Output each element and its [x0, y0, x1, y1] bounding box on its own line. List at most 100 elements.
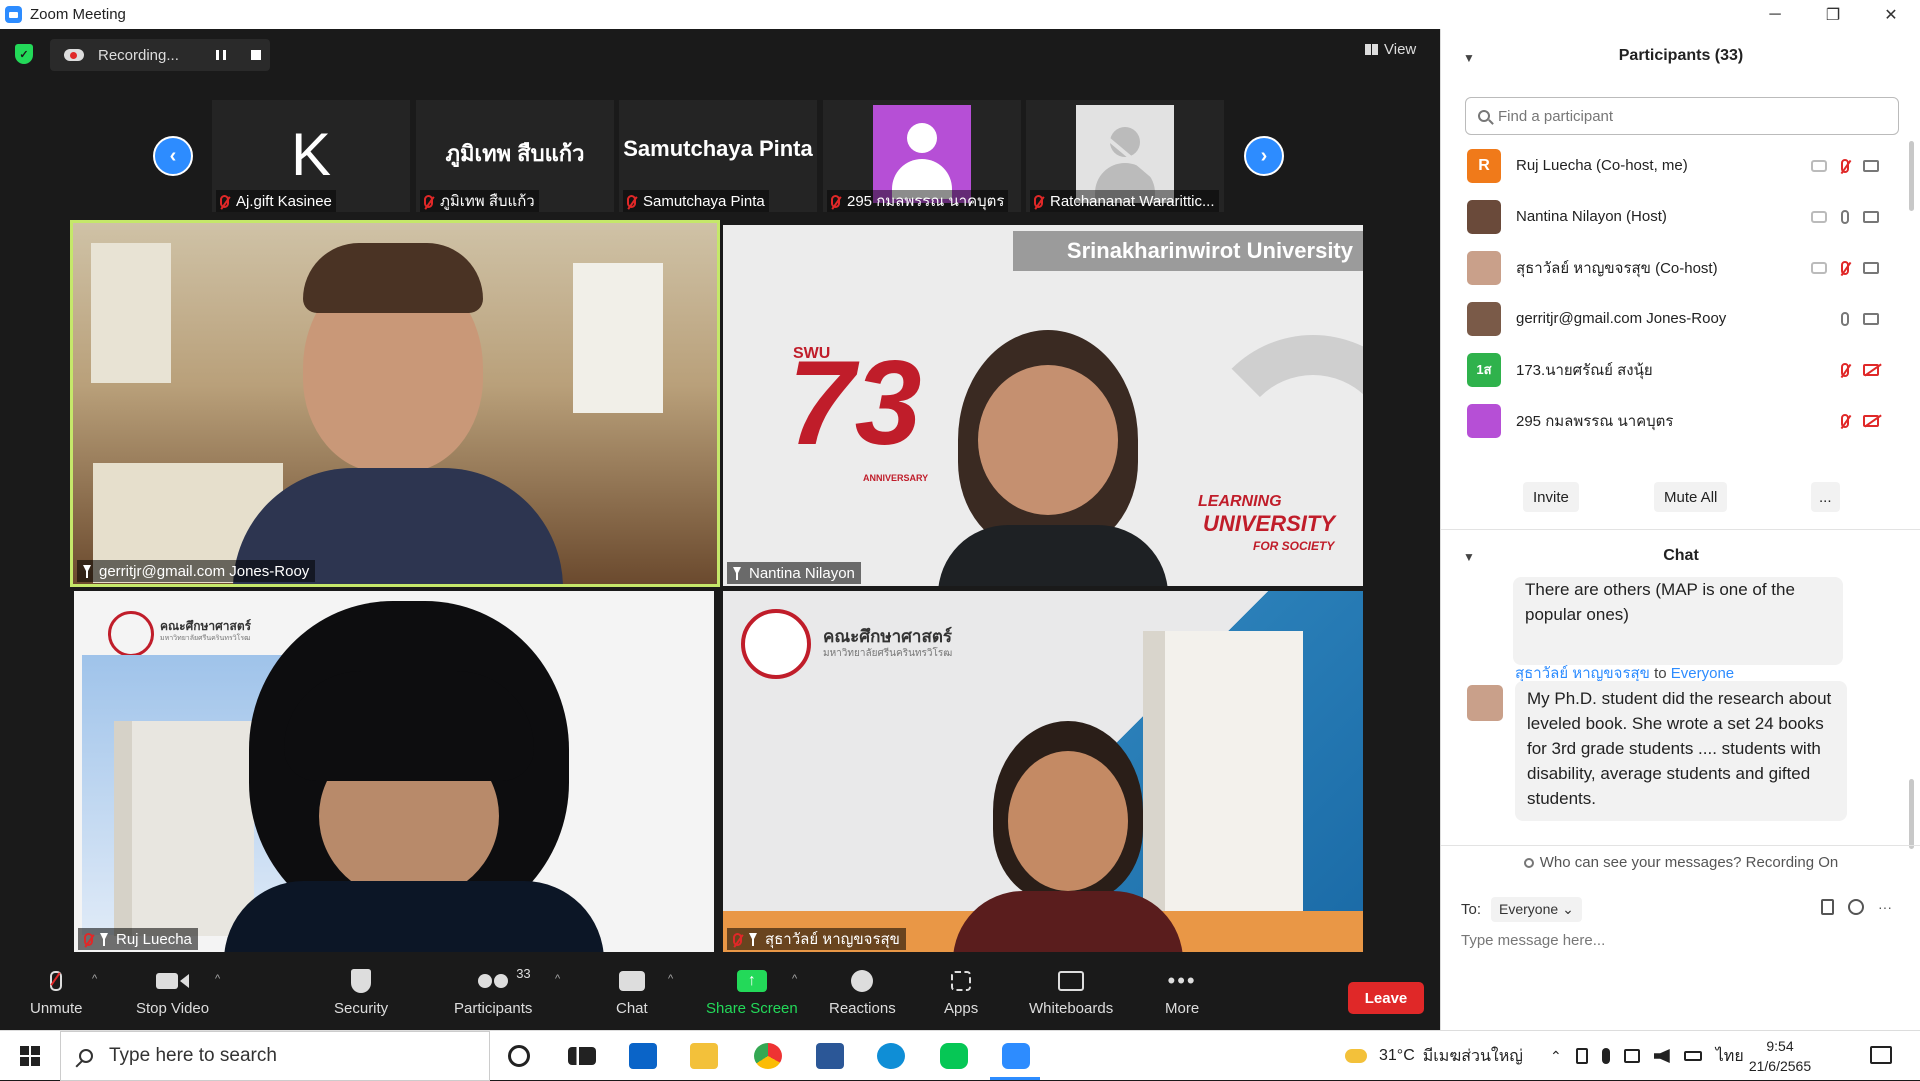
reactions-icon [851, 970, 874, 992]
avatar: 1ส [1467, 352, 1501, 387]
mic-muted-icon[interactable] [1841, 158, 1849, 173]
apps-button[interactable]: Apps [944, 966, 978, 1017]
stop-recording-button[interactable] [251, 50, 261, 60]
participant-row[interactable]: 1ส 173.นายศรัณย์ สงนุ้ย [1441, 344, 1911, 395]
reactions-label: Reactions [829, 1000, 896, 1017]
recipient-select[interactable]: Everyone ⌄ [1491, 897, 1582, 922]
file-explorer-icon[interactable] [690, 1043, 718, 1069]
participant-row[interactable]: R Ruj Luecha (Co-host, me) [1441, 140, 1911, 191]
camera-icon[interactable] [1863, 312, 1879, 325]
share-screen-button[interactable]: ↑ Share Screen [706, 966, 798, 1017]
chat-button[interactable]: Chat [616, 966, 648, 1017]
next-page-button[interactable]: › [1244, 136, 1284, 176]
weather-widget[interactable]: 31°C มีเมฆส่วนใหญ่ [1345, 1031, 1523, 1081]
more-button[interactable]: ••• More [1165, 966, 1199, 1017]
leave-button[interactable]: Leave [1348, 982, 1424, 1014]
view-button[interactable]: View [1365, 41, 1416, 58]
search-placeholder: Find a participant [1498, 107, 1614, 125]
strip-tile[interactable]: ภูมิเทพ สืบแก้ว ภูมิเทพ สืบแก้ว [416, 100, 614, 212]
close-button[interactable]: ✕ [1862, 0, 1920, 29]
pause-recording-button[interactable] [216, 50, 226, 60]
avatar: R [1467, 148, 1501, 183]
participant-row[interactable]: 295 กมลพรรณ นาคบุตร [1441, 395, 1911, 446]
line-icon[interactable] [940, 1043, 968, 1069]
participant-row[interactable]: Nantina Nilayon (Host) [1441, 191, 1911, 242]
task-view-icon[interactable] [568, 1047, 596, 1065]
video-tile[interactable]: คณะศึกษาศาสตร์ มหาวิทยาลัยศรีนครินทรวิโร… [723, 591, 1363, 952]
reactions-button[interactable]: Reactions [829, 966, 896, 1017]
video-options-caret[interactable]: ^ [215, 973, 220, 985]
restore-button[interactable]: ❐ [1804, 0, 1862, 29]
strip-tile[interactable]: Samutchaya Pinta Samutchaya Pinta [619, 100, 817, 212]
word-icon[interactable] [816, 1043, 844, 1069]
chat-input[interactable]: Type message here... [1461, 932, 1605, 949]
mic-muted-icon[interactable] [1841, 260, 1849, 275]
chat-visibility-text: Who can see your messages? Recording On [1539, 854, 1839, 871]
mic-muted-icon[interactable] [1841, 362, 1849, 377]
chrome-icon[interactable] [754, 1043, 782, 1069]
chat-visibility-info[interactable]: Who can see your messages? Recording On [1441, 854, 1920, 871]
avatar [1467, 250, 1501, 285]
network-icon[interactable] [1623, 1049, 1640, 1063]
camera-icon[interactable] [1863, 159, 1879, 172]
share-screen-label: Share Screen [706, 1000, 798, 1017]
participants-scrollbar[interactable] [1909, 141, 1914, 211]
participants-options-caret[interactable]: ^ [555, 973, 560, 985]
participants-more-button[interactable]: ... [1811, 482, 1840, 512]
taskbar-clock[interactable]: 9:54 21/6/2565 [1740, 1036, 1820, 1076]
participants-button[interactable]: 33 Participants [454, 966, 532, 1017]
emoji-icon[interactable] [1848, 899, 1864, 915]
to-label: To: [1461, 901, 1482, 918]
recording-label: Recording... [98, 46, 179, 64]
participant-row[interactable]: สุธาวัลย์ หาญขจรสุข (Co-host) [1441, 242, 1911, 293]
device-icon[interactable] [1575, 1048, 1588, 1064]
more-options-icon[interactable]: ··· [1878, 899, 1892, 915]
participant-search-input[interactable]: Find a participant [1465, 97, 1899, 135]
video-tile-active-speaker[interactable]: gerritjr@gmail.com Jones-Rooy [70, 220, 720, 587]
building-image [114, 721, 254, 936]
security-shield-icon[interactable]: ✓ [15, 44, 33, 64]
volume-icon[interactable] [1653, 1049, 1670, 1063]
invite-button[interactable]: Invite [1523, 482, 1579, 512]
video-tile[interactable]: Srinakharinwirot University SWU 73 ANNIV… [723, 225, 1363, 586]
chat-options-caret[interactable]: ^ [668, 973, 673, 985]
participant-row[interactable]: gerritjr@gmail.com Jones-Rooy [1441, 293, 1911, 344]
camera-icon[interactable] [1863, 210, 1879, 223]
microphone-icon[interactable] [1601, 1048, 1610, 1064]
anniversary-number: 73 [788, 336, 922, 470]
mail-icon[interactable] [629, 1043, 657, 1069]
strip-tile[interactable]: K Aj.gift Kasinee [212, 100, 410, 212]
chevron-up-icon[interactable]: ⌃ [1550, 1048, 1562, 1065]
mic-icon[interactable] [1841, 209, 1849, 224]
unmute-button[interactable]: Unmute [30, 966, 83, 1017]
taskbar-search-input[interactable]: Type here to search [60, 1031, 490, 1081]
audio-options-caret[interactable]: ^ [92, 973, 97, 985]
battery-icon[interactable] [1683, 1051, 1702, 1061]
camera-off-icon[interactable] [1863, 414, 1879, 427]
whiteboards-button[interactable]: Whiteboards [1029, 966, 1113, 1017]
camera-off-icon[interactable] [1863, 363, 1879, 376]
cortana-icon[interactable] [508, 1045, 530, 1067]
file-icon[interactable] [1821, 899, 1834, 915]
notifications-icon[interactable] [1870, 1046, 1892, 1064]
windows-start-icon[interactable] [20, 1046, 40, 1066]
strip-tile[interactable]: 295 กมลพรรณ นาคบุตร [823, 100, 1021, 212]
participant-name-text: gerritjr@gmail.com Jones-Rooy [99, 562, 310, 580]
chat-scrollbar[interactable] [1909, 779, 1914, 849]
panel-divider [1441, 845, 1920, 846]
mute-all-button[interactable]: Mute All [1654, 482, 1728, 512]
video-name-label: สุธาวัลย์ หาญขจรสุข [727, 928, 906, 950]
stop-video-button[interactable]: Stop Video [136, 966, 209, 1017]
mic-muted-icon[interactable] [1841, 413, 1849, 428]
zoom-icon[interactable] [1002, 1043, 1030, 1069]
mic-icon[interactable] [1841, 311, 1849, 326]
strip-tile[interactable]: Ratchananat Wararittic... [1026, 100, 1224, 212]
security-button[interactable]: Security [334, 966, 388, 1017]
video-tile[interactable]: คณะศึกษาศาสตร์ มหาวิทยาลัยศรีนครินทรวิโร… [74, 591, 714, 952]
share-options-caret[interactable]: ^ [792, 973, 797, 985]
recipient-select-value: Everyone [1499, 901, 1559, 917]
minimize-button[interactable]: ─ [1746, 0, 1804, 29]
previous-page-button[interactable]: ‹ [153, 136, 193, 176]
edge-icon[interactable] [877, 1043, 905, 1069]
camera-icon[interactable] [1863, 261, 1879, 274]
